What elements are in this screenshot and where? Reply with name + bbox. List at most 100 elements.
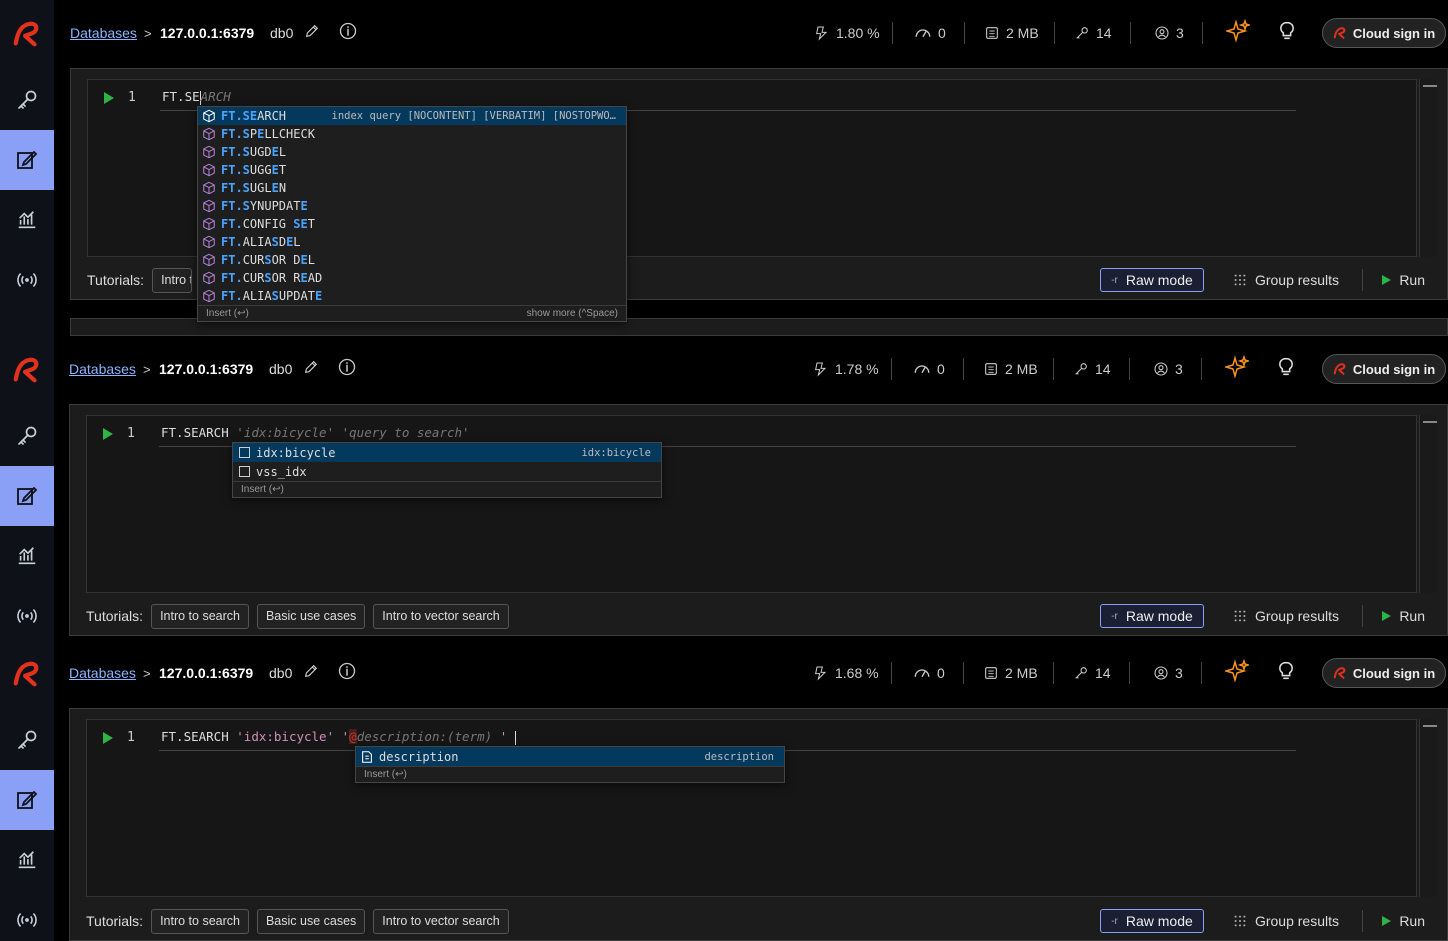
workbench-edit-icon[interactable] [0, 770, 54, 830]
raw-mode-button[interactable]: -r Raw mode [1100, 604, 1204, 628]
breadcrumb-separator: > [144, 25, 152, 41]
workbench-edit-icon[interactable] [0, 130, 54, 190]
suggestion-item[interactable]: FT.SUGGET [198, 161, 626, 179]
code-line[interactable]: FT.SEARCH 'idx:bicycle' 'query to search… [161, 425, 470, 440]
suggestion-item[interactable]: FT.SEARCH index query [NOCONTENT] [VERBAT… [198, 107, 626, 125]
breadcrumb-databases-link[interactable]: Databases [69, 361, 136, 377]
scroll-indicator [1423, 421, 1437, 423]
pubsub-icon[interactable] [0, 250, 54, 310]
tutorial-intro-search-button[interactable]: Intro to search [151, 908, 249, 934]
sidebar [0, 640, 54, 941]
workbench-edit-icon[interactable] [0, 466, 54, 526]
browser-key-icon[interactable] [0, 406, 54, 466]
editor-scrollbar[interactable] [1419, 415, 1437, 593]
breadcrumb-databases-link[interactable]: Databases [69, 665, 136, 681]
info-icon[interactable] [337, 661, 357, 686]
raw-mode-button[interactable]: -r Raw mode [1100, 268, 1204, 292]
suggestion-item[interactable]: idx:bicycle idx:bicycle [233, 443, 661, 462]
ops-value: 0 [937, 361, 945, 377]
suggestion-item[interactable]: FT.ALIASUPDATE [198, 287, 626, 305]
breadcrumb-databases-link[interactable]: Databases [70, 25, 137, 41]
suggestion-item[interactable]: vss_idx [233, 462, 661, 481]
suggestion-item[interactable]: FT.CONFIG SET [198, 215, 626, 233]
edit-pencil-icon[interactable] [303, 359, 319, 380]
redis-logo[interactable] [0, 340, 54, 400]
run-line-icon[interactable] [104, 92, 114, 104]
suggestion-item[interactable]: FT.CURSOR DEL [198, 251, 626, 269]
suggestion-item[interactable]: FT.SUGLEN [198, 179, 626, 197]
run-button[interactable]: Run [1382, 272, 1425, 288]
raw-mode-button[interactable]: -r Raw mode [1100, 909, 1204, 933]
info-icon[interactable] [338, 21, 358, 46]
cloud-sign-in-button[interactable]: Cloud sign in [1322, 658, 1446, 688]
run-line-icon[interactable] [103, 428, 113, 440]
insights-bulb-icon[interactable] [1275, 356, 1297, 383]
editor-scrollbar[interactable] [1419, 719, 1437, 897]
tutorials-label: Tutorials: [86, 608, 144, 624]
suggestion-label: description [379, 749, 459, 764]
pubsub-icon[interactable] [0, 890, 54, 941]
cpu-stat: 1.78 % [813, 361, 879, 377]
suggestion-item[interactable]: FT.SYNUPDATE [198, 197, 626, 215]
tutorial-vector-search-button[interactable]: Intro to vector search [373, 603, 509, 629]
cloud-sign-in-button[interactable]: Cloud sign in [1322, 18, 1446, 48]
text-cursor [514, 730, 516, 745]
tutorial-basic-use-cases-button[interactable]: Basic use cases [256, 603, 366, 629]
suggestion-item[interactable]: FT.SUGDEL [198, 143, 626, 161]
divider [1362, 910, 1363, 932]
redis-logo[interactable] [0, 4, 54, 64]
memory-stat: 2 MB [984, 25, 1039, 41]
group-results-button[interactable]: Group results [1233, 608, 1339, 624]
ai-sparkle-icon[interactable] [1226, 19, 1250, 48]
suggestion-item[interactable]: FT.SPELLCHECK [198, 125, 626, 143]
insights-bulb-icon[interactable] [1275, 660, 1297, 687]
analytics-chart-icon[interactable] [0, 526, 54, 586]
top-bar: Databases > 127.0.0.1:6379 db0 1.78 % 0 … [54, 336, 1448, 402]
info-icon[interactable] [337, 357, 357, 382]
edit-pencil-icon[interactable] [303, 663, 319, 684]
tutorial-intro-search-button[interactable]: Intro to search [151, 603, 249, 629]
browser-key-icon[interactable] [0, 710, 54, 770]
redis-logo[interactable] [0, 644, 54, 704]
query-panel: 1 FT.SEARCH 'idx:bicycle' 'query to sear… [69, 404, 1448, 636]
analytics-chart-icon[interactable] [0, 830, 54, 890]
insights-bulb-icon[interactable] [1276, 20, 1298, 47]
clients-value: 3 [1176, 25, 1184, 41]
group-results-button[interactable]: Group results [1233, 272, 1339, 288]
code-line[interactable]: FT.SEARCH 'idx:bicycle' '@description:(t… [161, 729, 516, 745]
play-icon [1382, 275, 1392, 285]
tutorial-vector-search-button[interactable]: Intro to vector search [373, 908, 509, 934]
code-line[interactable]: FT.SEARCH [162, 89, 231, 105]
cloud-sign-in-button[interactable]: Cloud sign in [1322, 354, 1446, 384]
show-more-hint[interactable]: show more (^Space) [527, 308, 618, 319]
redis-logo-icon [1333, 26, 1347, 40]
run-line-icon[interactable] [103, 732, 113, 744]
run-button[interactable]: Run [1382, 913, 1425, 929]
analytics-chart-icon[interactable] [0, 190, 54, 250]
ai-sparkle-icon[interactable] [1225, 355, 1249, 384]
suggestion-item[interactable]: FT.CURSOR READ [198, 269, 626, 287]
suggestion-item[interactable]: FT.ALIASDEL [198, 233, 626, 251]
panel-footer: Tutorials: Intro to search Basic use cas… [86, 908, 1447, 934]
ops-stat: 0 [914, 24, 946, 42]
query-panel: 1 FT.SEARCH 'idx:bicycle' '@description:… [69, 708, 1448, 941]
autocomplete-dropdown: description description Insert (↩) [355, 746, 785, 783]
run-button[interactable]: Run [1382, 608, 1425, 624]
pubsub-icon[interactable] [0, 586, 54, 646]
ai-sparkle-icon[interactable] [1225, 659, 1249, 688]
suggestion-item[interactable]: description description [356, 747, 784, 766]
tutorial-basic-use-cases-button[interactable]: Basic use cases [256, 908, 366, 934]
editor-scrollbar[interactable] [1419, 79, 1437, 257]
speed-icon [914, 24, 932, 42]
ghost-suggestion: description:(term) [356, 729, 500, 744]
suggestion-detail: idx:bicycle [581, 446, 651, 459]
edit-pencil-icon[interactable] [304, 23, 320, 44]
cpu-icon [814, 25, 830, 41]
ghost-suggestion: 'idx:bicycle' 'query to search' [236, 425, 470, 440]
tutorial-intro-search-button[interactable]: Intro t [152, 267, 193, 293]
browser-key-icon[interactable] [0, 70, 54, 130]
field-at-sign: @ [349, 729, 357, 744]
autocomplete-footer: Insert (↩) [356, 766, 784, 782]
group-results-button[interactable]: Group results [1233, 913, 1339, 929]
cloud-sign-in-label: Cloud sign in [1352, 361, 1436, 377]
